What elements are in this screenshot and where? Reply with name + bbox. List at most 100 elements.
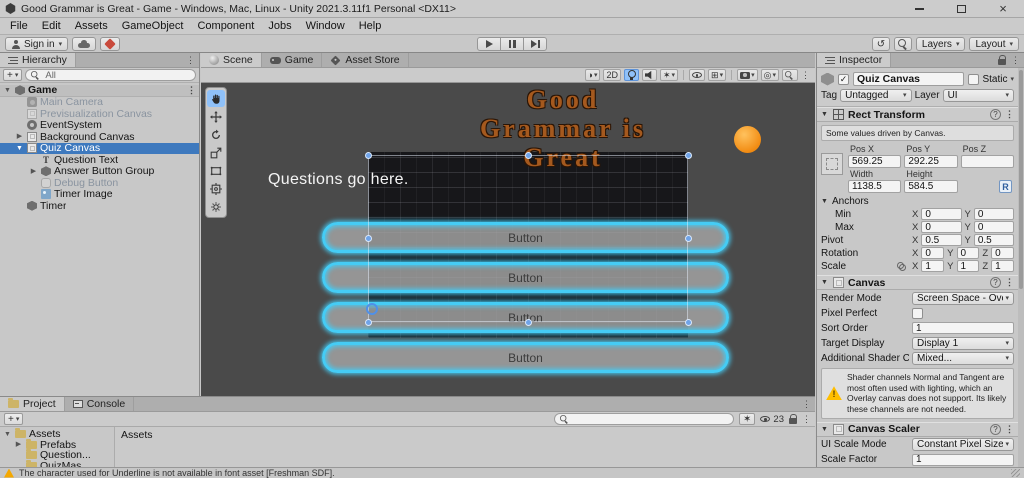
rotation-z-field[interactable]: 0: [991, 247, 1014, 259]
rect-handle-top-left[interactable]: [364, 151, 372, 159]
pivot-x-field[interactable]: 0.5: [921, 234, 962, 246]
pivot-y-field[interactable]: 0.5: [973, 234, 1014, 246]
tab-game[interactable]: Game: [262, 53, 323, 67]
grid-visibility-dropdown[interactable]: ⊞ ▾: [708, 69, 727, 81]
pixel-perfect-checkbox[interactable]: [912, 307, 923, 319]
anchor-max-y-field[interactable]: 0: [973, 221, 1014, 233]
static-checkbox[interactable]: [968, 73, 980, 85]
sign-in-button[interactable]: Sign in ▾: [5, 37, 69, 51]
active-checkbox[interactable]: ✓: [838, 73, 849, 85]
pos-y-field[interactable]: 292.25: [904, 155, 958, 168]
menu-file[interactable]: File: [3, 19, 35, 33]
foldout-open-icon[interactable]: ▼: [821, 111, 829, 118]
timer-image-object[interactable]: [734, 126, 761, 153]
scale-factor-field[interactable]: 1: [912, 453, 1014, 466]
foldout-open-icon[interactable]: ▼: [821, 279, 829, 286]
scene-search-button[interactable]: [782, 69, 798, 81]
hierarchy-item-timer-image[interactable]: Timer Image: [0, 188, 199, 200]
scene-visibility-toggle[interactable]: [689, 69, 706, 81]
menu-gameobject[interactable]: GameObject: [115, 19, 191, 33]
scale-z-field[interactable]: 1: [991, 260, 1014, 272]
rect-handle-bottom-left[interactable]: [364, 318, 372, 326]
shader-channels-dropdown[interactable]: Mixed... ▾: [912, 351, 1014, 365]
menu-jobs[interactable]: Jobs: [261, 19, 298, 33]
project-search-input[interactable]: [554, 413, 735, 425]
hierarchy-item-eventsystem[interactable]: EventSystem: [0, 119, 199, 131]
menu-component[interactable]: Component: [190, 19, 261, 33]
scene-row-game[interactable]: ▼ Game ⋮: [0, 84, 199, 97]
anchor-presets-button[interactable]: [821, 153, 843, 175]
rotation-y-field[interactable]: 0: [956, 247, 980, 259]
foldout-closed-icon[interactable]: ▶: [29, 168, 38, 175]
target-display-dropdown[interactable]: Display 1 ▾: [912, 336, 1014, 350]
scale-tool-button[interactable]: [207, 144, 225, 161]
search-by-type-button[interactable]: ✶: [739, 413, 756, 425]
project-files-area[interactable]: Assets: [115, 427, 815, 467]
answer-button-4[interactable]: Button: [322, 342, 729, 373]
rotation-x-field[interactable]: 0: [921, 247, 945, 259]
menu-window[interactable]: Window: [299, 19, 352, 33]
project-options-icon[interactable]: ⋮: [802, 414, 811, 424]
raw-edit-toggle[interactable]: R: [998, 180, 1012, 193]
tab-console[interactable]: Console: [65, 397, 135, 411]
resize-grip-icon[interactable]: [1011, 469, 1020, 477]
scene-options-icon[interactable]: ⋮: [187, 85, 196, 95]
gameobject-name-field[interactable]: Quiz Canvas: [853, 72, 965, 86]
scale-x-field[interactable]: 1: [921, 260, 945, 272]
maximize-button[interactable]: [940, 0, 982, 17]
audio-toggle[interactable]: [641, 69, 657, 81]
help-icon[interactable]: ?: [990, 277, 1001, 288]
constrain-proportions-icon[interactable]: [897, 261, 906, 271]
tab-hierarchy[interactable]: Hierarchy: [0, 53, 76, 67]
component-menu-icon[interactable]: ⋮: [1005, 278, 1014, 287]
rect-tool-button[interactable]: [207, 162, 225, 179]
project-lock-icon[interactable]: [789, 413, 798, 424]
hierarchy-item-background-canvas[interactable]: ▶ Background Canvas: [0, 131, 199, 143]
rotate-tool-button[interactable]: [207, 126, 225, 143]
transform-tool-button[interactable]: [207, 180, 225, 197]
width-field[interactable]: 1138.5: [848, 180, 902, 193]
create-object-button[interactable]: + ▾: [3, 69, 23, 81]
effects-dropdown[interactable]: ✶ ▾: [659, 69, 679, 81]
canvas-scaler-header[interactable]: ▼ Canvas Scaler ? ⋮: [817, 421, 1018, 437]
shading-mode-dropdown[interactable]: ◑ ▾: [584, 69, 601, 81]
rect-handle-top-center[interactable]: [524, 151, 532, 159]
2d-toggle[interactable]: 2D: [603, 69, 621, 81]
gizmos-dropdown[interactable]: ◎ ▾: [760, 69, 779, 81]
foldout-open-icon[interactable]: ▼: [3, 431, 12, 438]
tab-inspector[interactable]: Inspector: [817, 53, 892, 67]
canvas-header[interactable]: ▼ Canvas ? ⋮: [817, 275, 1018, 290]
layers-dropdown[interactable]: Layers ▾: [915, 37, 966, 51]
move-tool-button[interactable]: [207, 108, 225, 125]
hierarchy-item-debug-button[interactable]: Debug Button: [0, 177, 199, 189]
tab-scene[interactable]: Scene: [201, 53, 262, 67]
menu-help[interactable]: Help: [352, 19, 389, 33]
anchor-min-y-field[interactable]: 0: [973, 208, 1014, 220]
project-menu-icon[interactable]: ⋮: [802, 399, 811, 409]
pos-x-field[interactable]: 569.25: [848, 155, 902, 168]
cloud-services-button[interactable]: [72, 37, 97, 51]
step-button[interactable]: [523, 37, 547, 51]
pos-z-field[interactable]: [960, 155, 1014, 168]
create-asset-button[interactable]: + ▾: [4, 413, 24, 425]
hierarchy-item-previsualization-canvas[interactable]: Previsualization Canvas: [0, 108, 199, 120]
rect-handle-mid-right[interactable]: [684, 235, 692, 242]
tag-dropdown[interactable]: Untagged ▾: [840, 88, 912, 102]
inspector-menu-icon[interactable]: ⋮: [1011, 55, 1020, 65]
help-icon[interactable]: ?: [990, 423, 1001, 435]
pivot-gizmo[interactable]: [366, 303, 378, 315]
component-menu-icon[interactable]: ⋮: [1005, 424, 1014, 434]
rect-transform-header[interactable]: ▼ Rect Transform ? ⋮: [817, 107, 1018, 122]
hierarchy-item-main-camera[interactable]: Main Camera: [0, 96, 199, 108]
foldout-closed-icon[interactable]: ▶: [14, 441, 23, 448]
anchors-foldout[interactable]: ▼ Anchors: [821, 195, 1014, 207]
anchor-min-x-field[interactable]: 0: [921, 208, 962, 220]
hierarchy-menu-icon[interactable]: ⋮: [186, 55, 195, 65]
foldout-open-icon[interactable]: ▼: [3, 87, 12, 94]
menu-assets[interactable]: Assets: [68, 19, 115, 33]
menu-edit[interactable]: Edit: [35, 19, 68, 33]
hierarchy-item-timer[interactable]: Timer: [0, 200, 199, 212]
minimize-button[interactable]: [898, 0, 940, 17]
help-icon[interactable]: ?: [990, 109, 1001, 120]
layer-dropdown[interactable]: UI ▾: [942, 88, 1015, 102]
